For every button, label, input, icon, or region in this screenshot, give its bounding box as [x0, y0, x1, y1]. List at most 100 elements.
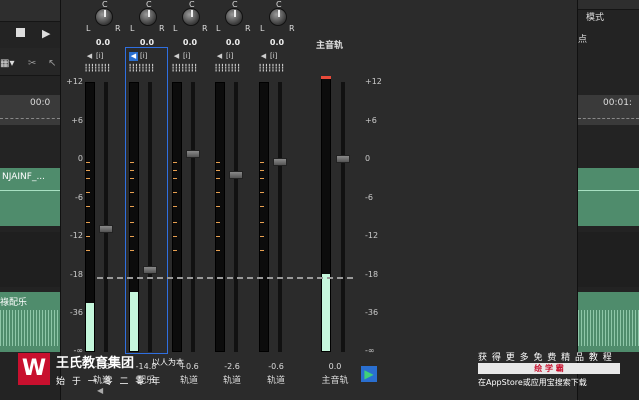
pan-center-label: C: [189, 0, 195, 9]
fx-toggle-icon[interactable]: [i]: [140, 52, 147, 60]
db-scale-label: -18: [69, 270, 83, 279]
eq-sliders-icon[interactable]: ┇┇┇┇┇┇┇┇: [128, 64, 155, 72]
strip-buttons: ◀ [i]: [129, 50, 147, 62]
play-icon[interactable]: ▶: [42, 27, 50, 40]
eq-sliders-icon[interactable]: ┇┇┇┇┇┇┇┇: [171, 64, 198, 72]
pan-right-label: R: [245, 24, 251, 33]
track-name[interactable]: 轨道: [256, 373, 296, 386]
left-editor-panel: ▶ ▦▾ ✂ ↖ 00:0 NJAINF_... 祿配乐: [0, 0, 60, 400]
pan-value: 0.0: [182, 38, 198, 47]
db-scale-label: +12: [66, 77, 83, 86]
fader-track: [234, 82, 238, 352]
mode-label[interactable]: 模式: [586, 10, 604, 23]
pan-left-label: L: [86, 24, 91, 33]
strip-buttons: ◀ [i]: [172, 50, 191, 62]
brand-name: 王氏教育集团: [56, 356, 135, 371]
db-scale-label: -∞: [365, 346, 375, 355]
pan-value: 0.0: [225, 38, 241, 47]
output-button-icon[interactable]: ▶: [361, 366, 377, 382]
speaker-icon[interactable]: ◀: [215, 52, 224, 61]
pan-value: 0.0: [139, 38, 155, 47]
fader-track: [104, 82, 108, 352]
meter-level-fill: [86, 302, 94, 351]
strip-buttons: ◀ [i]: [259, 50, 278, 62]
pan-center-label: C: [102, 0, 108, 9]
pan-right-label: R: [115, 24, 121, 33]
eq-sliders-icon[interactable]: ┇┇┇┇┇┇┇┇: [214, 64, 241, 72]
pan-value: 0.0: [95, 38, 111, 47]
master-track-name[interactable]: 主音轨: [315, 373, 355, 386]
clip-menu-icon[interactable]: ▦▾: [0, 58, 14, 69]
pan-knob[interactable]: [95, 8, 113, 26]
meter-level-fill: [130, 292, 138, 351]
pan-knob[interactable]: [139, 8, 157, 26]
reference-level-line: [97, 277, 353, 279]
volume-value: -2.6: [224, 362, 240, 371]
db-scale-label: -36: [365, 308, 379, 317]
speaker-icon[interactable]: ◀: [129, 51, 138, 61]
volume-fader[interactable]: [99, 225, 113, 233]
meter-ticks: [260, 162, 264, 262]
fader-track: [191, 82, 195, 352]
fx-toggle-icon[interactable]: [i]: [226, 52, 233, 60]
master-volume-value: 0.0: [328, 362, 342, 371]
pan-knob[interactable]: [182, 8, 200, 26]
clip-indicator: [321, 76, 331, 79]
pan-left-label: L: [130, 24, 135, 33]
fx-toggle-icon[interactable]: [i]: [183, 52, 190, 60]
audio-clip-2-right[interactable]: [578, 292, 639, 352]
right-editor-panel: 模式 点 00:01:: [578, 0, 639, 400]
db-scale-label: -12: [365, 231, 379, 240]
track-name[interactable]: 轨道: [169, 373, 209, 386]
track-name[interactable]: 轨道: [212, 373, 252, 386]
volume-fader[interactable]: [186, 150, 200, 158]
audio-mixer-panel: L R C 0.0 ◀ [i] ┇┇┇┇┇┇┇┇ -5.6 轨道 L R C 0.0 ◀ [i] ┇┇┇┇┇┇…: [60, 0, 578, 400]
stop-icon[interactable]: [16, 28, 25, 37]
audio-clip-1[interactable]: NJAINF_...: [0, 168, 60, 226]
speaker-icon[interactable]: ◀: [259, 52, 268, 61]
pan-left-label: L: [216, 24, 221, 33]
master-title: 主音轨: [316, 41, 344, 51]
pan-center-label: C: [232, 0, 238, 9]
db-scale-label: 0: [77, 154, 83, 163]
audio-clip-1-right[interactable]: [578, 168, 639, 226]
fader-track: [278, 82, 282, 352]
eq-sliders-icon[interactable]: ┇┇┇┇┇┇┇┇: [258, 64, 285, 72]
eq-sliders-icon[interactable]: ┇┇┇┇┇┇┇┇: [84, 64, 111, 72]
db-scale-label: +12: [365, 77, 382, 86]
speaker-icon[interactable]: ◀: [85, 52, 94, 61]
pan-left-label: L: [173, 24, 178, 33]
fader-track: [148, 82, 152, 352]
brand-motto: 以人为本: [152, 358, 184, 367]
point-label[interactable]: 点: [578, 32, 587, 45]
clip-2-label: 祿配乐: [0, 298, 28, 308]
promo-line-2: 在AppStore或应用宝搜索下载: [478, 378, 587, 387]
pan-knob[interactable]: [269, 8, 287, 26]
meter-ticks: [216, 162, 220, 262]
fx-toggle-icon[interactable]: [i]: [270, 52, 277, 60]
select-tool-icon[interactable]: ↖: [48, 58, 56, 69]
volume-fader[interactable]: [229, 171, 243, 179]
timeline-timecode-left: 00:0: [30, 98, 51, 108]
brand-logo: W: [18, 353, 50, 385]
volume-fader[interactable]: [143, 266, 157, 274]
master-volume-fader[interactable]: [336, 155, 350, 163]
db-scale-label: -18: [365, 270, 379, 279]
clip-1-label: NJAINF_...: [2, 172, 46, 182]
volume-fader[interactable]: [273, 158, 287, 166]
scroll-left-arrow[interactable]: ◀: [97, 386, 103, 395]
db-scale-label: -6: [365, 193, 373, 202]
audio-clip-2[interactable]: 祿配乐: [0, 292, 60, 352]
meter-ticks: [173, 162, 177, 262]
pan-center-label: C: [146, 0, 152, 9]
brand-slogan: 始 于 一 零 二 零 年: [56, 377, 163, 387]
strip-buttons: ◀ [i]: [85, 50, 104, 62]
db-scale-label: -36: [69, 308, 83, 317]
pan-knob[interactable]: [225, 8, 243, 26]
master-level-meter: [321, 76, 331, 352]
fx-toggle-icon[interactable]: [i]: [96, 52, 103, 60]
promo-badge: 绘 学 霸: [478, 363, 620, 374]
razor-icon[interactable]: ✂: [28, 58, 36, 69]
db-scale-label: 0: [365, 154, 371, 163]
speaker-icon[interactable]: ◀: [172, 52, 181, 61]
